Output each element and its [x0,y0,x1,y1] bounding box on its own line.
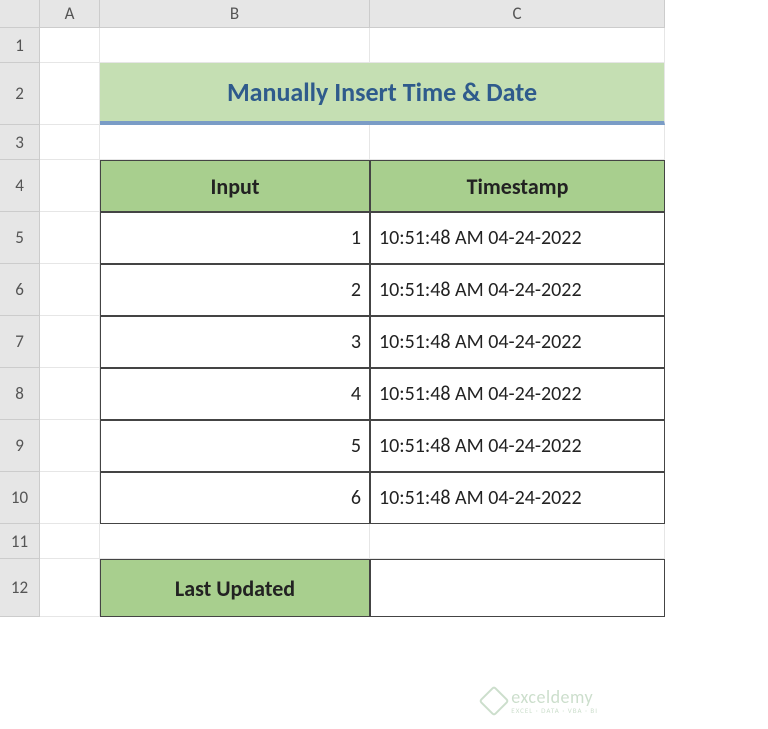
last-updated-label[interactable]: Last Updated [100,559,370,617]
row-header-2[interactable]: 2 [0,63,40,125]
cell-c1[interactable] [370,28,665,63]
col-header-b[interactable]: B [100,0,370,28]
input-cell[interactable]: 2 [100,264,370,316]
input-cell[interactable]: 6 [100,472,370,524]
title-cell[interactable]: Manually Insert Time & Date [100,63,665,125]
timestamp-cell[interactable]: 10:51:48 AM 04-24-2022 [370,472,665,524]
row-header-12[interactable]: 12 [0,559,40,617]
timestamp-cell[interactable]: 10:51:48 AM 04-24-2022 [370,316,665,368]
watermark-text: exceldemy EXCEL · DATA · VBA · BI [511,686,598,715]
cell-c11[interactable] [370,524,665,559]
timestamp-cell[interactable]: 10:51:48 AM 04-24-2022 [370,420,665,472]
input-cell[interactable]: 1 [100,212,370,264]
header-timestamp[interactable]: Timestamp [370,160,665,212]
row-header-8[interactable]: 8 [0,368,40,420]
timestamp-cell[interactable]: 10:51:48 AM 04-24-2022 [370,212,665,264]
last-updated-value[interactable] [370,559,665,617]
col-header-a[interactable]: A [40,0,100,28]
col-header-c[interactable]: C [370,0,665,28]
cell-b3[interactable] [100,125,370,160]
row-header-5[interactable]: 5 [0,212,40,264]
logo-icon [479,685,510,716]
timestamp-cell[interactable]: 10:51:48 AM 04-24-2022 [370,264,665,316]
cell-a1[interactable] [40,28,100,63]
row-header-7[interactable]: 7 [0,316,40,368]
input-cell[interactable]: 4 [100,368,370,420]
input-cell[interactable]: 3 [100,316,370,368]
row-header-6[interactable]: 6 [0,264,40,316]
cell-a10[interactable] [40,472,100,524]
cell-b1[interactable] [100,28,370,63]
brand-tagline: EXCEL · DATA · VBA · BI [511,706,598,715]
cell-a8[interactable] [40,368,100,420]
row-header-11[interactable]: 11 [0,524,40,559]
cell-a5[interactable] [40,212,100,264]
header-input[interactable]: Input [100,160,370,212]
brand-name: exceldemy [511,686,593,708]
cell-a12[interactable] [40,559,100,617]
row-header-4[interactable]: 4 [0,160,40,212]
cell-a11[interactable] [40,524,100,559]
row-header-9[interactable]: 9 [0,420,40,472]
cell-a6[interactable] [40,264,100,316]
cell-c3[interactable] [370,125,665,160]
input-cell[interactable]: 5 [100,420,370,472]
select-all-corner[interactable] [0,0,40,28]
cell-a2[interactable] [40,63,100,125]
timestamp-cell[interactable]: 10:51:48 AM 04-24-2022 [370,368,665,420]
cell-a3[interactable] [40,125,100,160]
row-header-10[interactable]: 10 [0,472,40,524]
cell-a4[interactable] [40,160,100,212]
watermark: exceldemy EXCEL · DATA · VBA · BI [483,686,598,715]
cell-a7[interactable] [40,316,100,368]
cell-b11[interactable] [100,524,370,559]
cell-a9[interactable] [40,420,100,472]
spreadsheet-grid: A B C 1 2 Manually Insert Time & Date 3 … [0,0,665,617]
row-header-3[interactable]: 3 [0,125,40,160]
row-header-1[interactable]: 1 [0,28,40,63]
